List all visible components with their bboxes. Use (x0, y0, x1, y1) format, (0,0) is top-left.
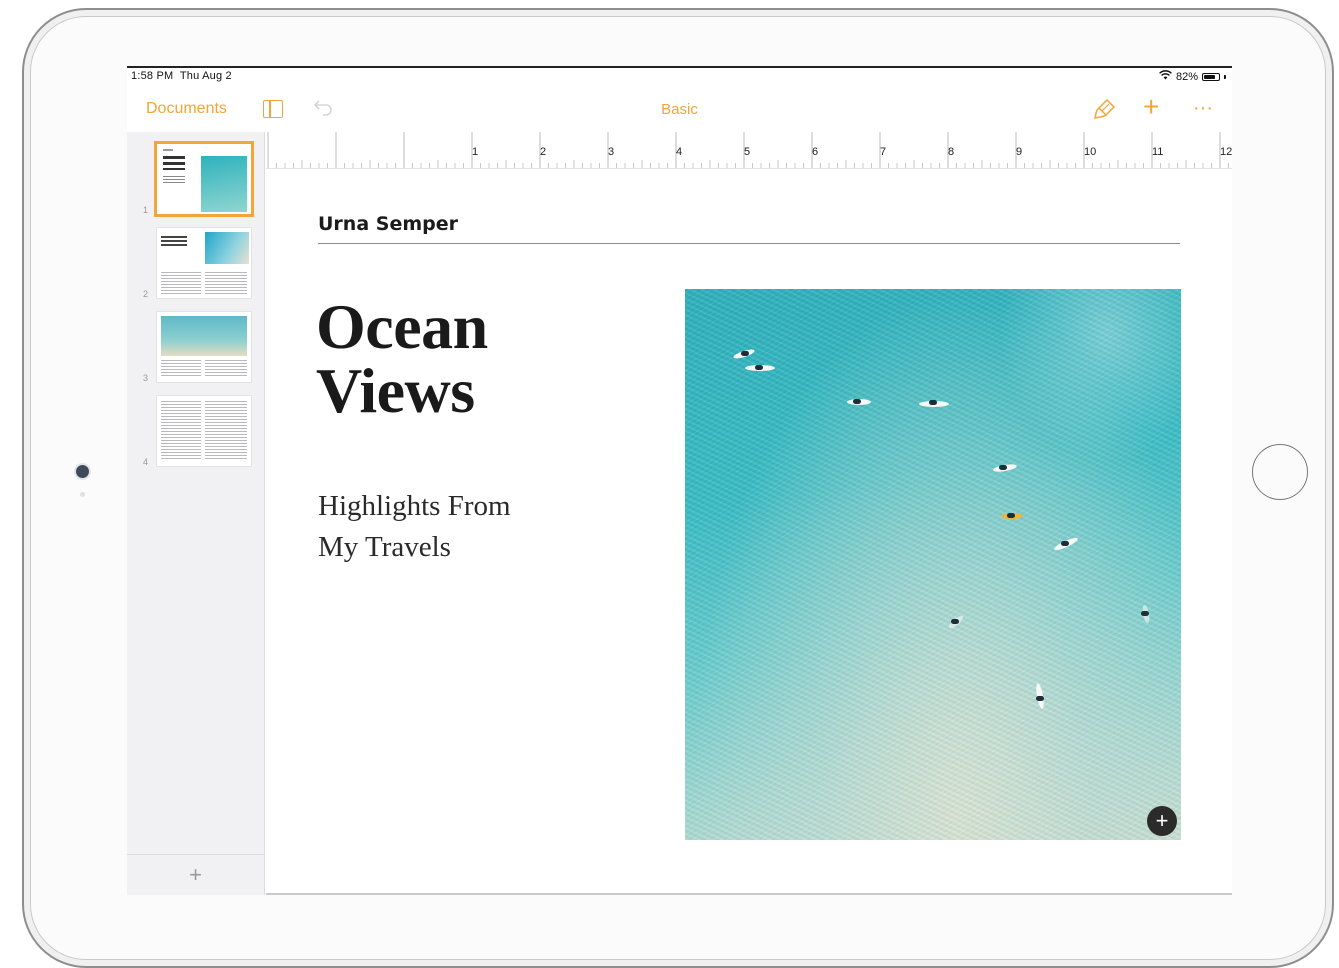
title-line-2: Views (316, 355, 475, 426)
ruler-number: 2 (540, 146, 547, 158)
ruler-number: 10 (1084, 146, 1097, 158)
thumb-text (205, 401, 247, 461)
screen: 1:58 PM Thu Aug 2 82% Documents Basic + … (127, 66, 1232, 895)
subtitle-line-1: Highlights From (318, 490, 511, 522)
thumb-text (205, 272, 247, 294)
page-number-3: 3 (143, 373, 149, 383)
thumb-text (161, 401, 201, 461)
ruler-number: 5 (744, 146, 751, 158)
document-header[interactable]: Urna Semper (318, 213, 1180, 244)
battery-fill (1204, 74, 1216, 79)
wifi-icon (1159, 70, 1172, 83)
paintbrush-icon[interactable] (1093, 97, 1117, 121)
battery-tip (1224, 74, 1226, 79)
ruler-number: 11 (1152, 146, 1164, 158)
thumb-title (163, 156, 185, 170)
battery-icon (1202, 72, 1220, 81)
toolbar: Documents Basic + ··· (127, 88, 1232, 132)
status-bar: 1:58 PM Thu Aug 2 82% (127, 68, 1232, 86)
thumb-header (163, 149, 173, 151)
thumb-text (161, 272, 201, 294)
document-subtitle[interactable]: Highlights From My Travels (318, 486, 648, 568)
ruler-number: 6 (812, 146, 819, 158)
page-navigator: 1 2 3 4 + (127, 132, 265, 895)
status-time: 1:58 PM Thu Aug 2 (131, 70, 232, 82)
screen-bottom-edge (266, 893, 1232, 895)
image-add-button[interactable]: + (1147, 806, 1177, 836)
thumb-image (201, 156, 247, 212)
front-camera (76, 465, 89, 478)
page-number-4: 4 (143, 457, 149, 467)
ruler-number: 1 (472, 146, 479, 158)
subtitle-line-2: My Travels (318, 531, 451, 563)
thumb-text (161, 360, 201, 378)
camera-sensor (80, 492, 85, 497)
more-icon[interactable]: ··· (1193, 97, 1213, 120)
page-thumbnail-1[interactable] (157, 144, 251, 214)
page-number-1: 1 (143, 205, 149, 215)
status-right: 82% (1159, 70, 1226, 83)
status-date-text: Thu Aug 2 (179, 70, 232, 82)
ruler-number: 9 (1016, 146, 1023, 158)
ruler-number: 4 (676, 146, 683, 158)
page-thumbnail-3[interactable] (157, 312, 251, 382)
add-icon[interactable]: + (1143, 93, 1159, 121)
document-title-label: Basic (661, 101, 698, 118)
document-title[interactable]: Ocean Views (316, 295, 646, 423)
home-button[interactable] (1252, 444, 1308, 500)
ruler-number: 8 (948, 146, 955, 158)
water-texture (685, 289, 1181, 840)
thumb-image (205, 232, 249, 264)
ruler-number: 7 (880, 146, 887, 158)
thumb-subtitle (163, 176, 185, 184)
battery-percent: 82% (1175, 70, 1198, 83)
ocean-photo[interactable]: + (685, 289, 1181, 840)
ruler-number: 3 (608, 146, 615, 158)
page-thumbnail-4[interactable] (157, 396, 251, 466)
thumb-text (205, 360, 247, 378)
status-time-text: 1:58 PM (131, 70, 174, 82)
title-line-1: Ocean (316, 291, 488, 362)
page-number-2: 2 (143, 289, 149, 299)
page-thumbnail-2[interactable] (157, 228, 251, 298)
add-page-button[interactable]: + (127, 854, 264, 895)
ruler-number: 12 (1220, 146, 1232, 158)
ruler[interactable]: 123456789101112131 (266, 132, 1232, 169)
thumb-title (161, 236, 187, 246)
thumb-image (161, 316, 247, 356)
document-canvas[interactable]: Urna Semper Ocean Views Highlights From … (266, 169, 1232, 895)
